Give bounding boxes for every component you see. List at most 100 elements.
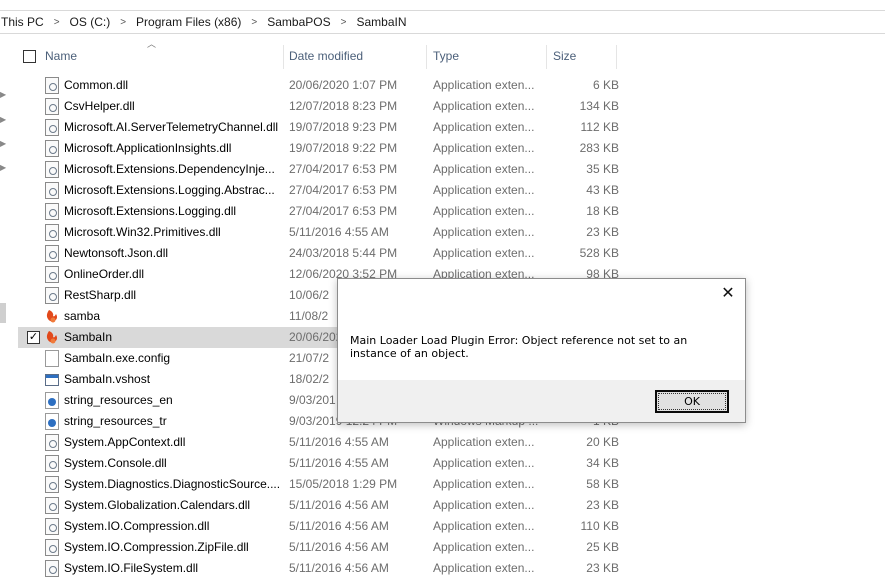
file-date-modified: 5/11/2016 4:55 AM xyxy=(289,456,389,470)
file-size: 110 KB xyxy=(580,519,619,533)
xml-icon xyxy=(45,392,59,409)
nav-scrollbar-thumb[interactable] xyxy=(0,303,6,323)
expand-arrow-icon[interactable]: ▶ xyxy=(0,139,6,148)
file-date-modified: 27/04/2017 6:53 PM xyxy=(289,162,398,176)
file-date-modified: 5/11/2016 4:56 AM xyxy=(289,498,389,512)
file-size: 58 KB xyxy=(586,477,619,491)
file-row[interactable]: Microsoft.AI.ServerTelemetryChannel.dll 1… xyxy=(16,117,885,138)
file-row[interactable]: System.Diagnostics.DiagnosticSource.... 1… xyxy=(16,474,885,495)
file-date-modified: 5/11/2016 4:56 AM xyxy=(289,561,389,575)
file-name: samba xyxy=(64,309,101,323)
expand-arrow-icon[interactable]: ▶ xyxy=(0,115,6,124)
file-date-modified: 20/06/2020 1:07 PM xyxy=(289,78,398,92)
breadcrumb-item[interactable]: This PC xyxy=(0,15,45,29)
file-name: SambaIn xyxy=(64,330,113,344)
file-name: System.IO.Compression.dll xyxy=(64,519,210,533)
breadcrumb-separator-icon[interactable]: > xyxy=(341,17,347,28)
file-row[interactable]: System.IO.Compression.dll 5/11/2016 4:56 … xyxy=(16,516,885,537)
column-date-label: Date modified xyxy=(289,49,364,63)
file-name: System.IO.FileSystem.dll xyxy=(64,561,199,575)
file-date-modified: 15/05/2018 1:29 PM xyxy=(289,477,398,491)
file-size: 43 KB xyxy=(586,183,619,197)
file-date-modified: 5/11/2016 4:55 AM xyxy=(289,225,389,239)
file-name: Microsoft.Extensions.Logging.Abstrac... xyxy=(64,183,275,197)
dll-icon xyxy=(45,560,59,577)
file-type: Application exten... xyxy=(433,120,535,134)
file-row[interactable]: System.IO.FileSystem.dll 5/11/2016 4:56 A… xyxy=(16,558,885,578)
breadcrumb-label: This PC xyxy=(1,15,44,29)
column-divider[interactable] xyxy=(616,45,617,69)
file-type: Application exten... xyxy=(433,162,535,176)
breadcrumb-item[interactable]: > SambaPOS xyxy=(242,15,331,29)
dll-icon xyxy=(45,182,59,199)
file-row[interactable]: Microsoft.Extensions.DependencyInje... 27… xyxy=(16,159,885,180)
file-row[interactable]: Microsoft.Extensions.Logging.Abstrac... 2… xyxy=(16,180,885,201)
column-divider[interactable] xyxy=(426,45,427,69)
column-date-modified[interactable]: Date modified xyxy=(289,43,429,69)
file-date-modified: 19/07/2018 9:23 PM xyxy=(289,120,398,134)
file-date-modified: 5/11/2016 4:56 AM xyxy=(289,519,389,533)
file-size: 23 KB xyxy=(586,225,619,239)
column-divider[interactable] xyxy=(546,45,547,69)
column-name-label: Name xyxy=(45,49,78,63)
row-checkbox[interactable]: ✓ xyxy=(27,331,40,344)
expand-arrow-icon[interactable]: ▶ xyxy=(0,90,6,99)
file-size: 25 KB xyxy=(586,540,619,554)
ok-button[interactable]: OK xyxy=(655,390,729,413)
close-icon[interactable]: ✕ xyxy=(719,285,737,303)
xml-icon xyxy=(45,413,59,430)
app-icon xyxy=(45,374,59,386)
column-size-label: Size xyxy=(553,49,577,63)
column-header: ︿ Name Date modified Type Size xyxy=(16,39,885,69)
select-all-checkbox[interactable] xyxy=(23,50,36,63)
dll-icon xyxy=(45,98,59,115)
file-name: System.Console.dll xyxy=(64,456,167,470)
file-row[interactable]: Microsoft.Win32.Primitives.dll 5/11/2016 … xyxy=(16,222,885,243)
file-name: Common.dll xyxy=(64,78,129,92)
dll-icon xyxy=(45,434,59,451)
file-row[interactable]: Microsoft.ApplicationInsights.dll 19/07/2… xyxy=(16,138,885,159)
column-divider[interactable] xyxy=(283,45,284,69)
breadcrumb-label: Program Files (x86) xyxy=(136,15,242,29)
file-row[interactable]: System.AppContext.dll 5/11/2016 4:55 AM Ap… xyxy=(16,432,885,453)
file-size: 35 KB xyxy=(586,162,619,176)
breadcrumb-item[interactable]: > SambaIN xyxy=(332,15,408,29)
ok-button-label: OK xyxy=(684,395,700,408)
file-row[interactable]: Common.dll 20/06/2020 1:07 PM Application … xyxy=(16,75,885,96)
breadcrumb-label: SambaIN xyxy=(356,15,407,29)
file-name: Microsoft.ApplicationInsights.dll xyxy=(64,141,232,155)
breadcrumb-item[interactable]: > OS (C:) xyxy=(45,15,112,29)
column-size[interactable]: Size xyxy=(553,43,613,69)
file-type: Application exten... xyxy=(433,561,535,575)
file-size: 283 KB xyxy=(579,141,619,155)
file-row[interactable]: System.IO.Compression.ZipFile.dll 5/11/20… xyxy=(16,537,885,558)
column-type[interactable]: Type xyxy=(433,43,543,69)
file-name: System.Globalization.Calendars.dll xyxy=(64,498,251,512)
file-name: SambaIn.exe.config xyxy=(64,351,171,365)
file-row[interactable]: CsvHelper.dll 12/07/2018 8:23 PM Applicati… xyxy=(16,96,885,117)
file-name: Microsoft.AI.ServerTelemetryChannel.dll xyxy=(64,120,279,134)
address-bar[interactable]: This PC > OS (C:) > Program Files (x86) > Samb… xyxy=(0,10,885,34)
file-size: 18 KB xyxy=(586,204,619,218)
file-date-modified: 19/07/2018 9:22 PM xyxy=(289,141,398,155)
file-name: System.Diagnostics.DiagnosticSource.... xyxy=(64,477,281,491)
breadcrumb-item[interactable]: > Program Files (x86) xyxy=(111,15,242,29)
file-size: 23 KB xyxy=(586,498,619,512)
file-row[interactable]: Microsoft.Extensions.Logging.dll 27/04/20… xyxy=(16,201,885,222)
breadcrumb-separator-icon[interactable]: > xyxy=(54,17,60,28)
file-row[interactable]: System.Console.dll 5/11/2016 4:55 AM Appli… xyxy=(16,453,885,474)
dll-icon xyxy=(45,287,59,304)
expand-arrow-icon[interactable]: ▶ xyxy=(0,163,6,172)
dll-icon xyxy=(45,455,59,472)
column-name[interactable]: Name xyxy=(45,43,275,69)
file-type: Application exten... xyxy=(433,78,535,92)
file-size: 34 KB xyxy=(586,456,619,470)
file-name: Newtonsoft.Json.dll xyxy=(64,246,169,260)
breadcrumb-label: OS (C:) xyxy=(69,15,111,29)
file-row[interactable]: Newtonsoft.Json.dll 24/03/2018 5:44 PM App… xyxy=(16,243,885,264)
file-row[interactable]: System.Globalization.Calendars.dll 5/11/2… xyxy=(16,495,885,516)
samba-icon xyxy=(45,329,59,346)
breadcrumb-separator-icon[interactable]: > xyxy=(251,17,257,28)
file-type: Application exten... xyxy=(433,456,535,470)
breadcrumb-separator-icon[interactable]: > xyxy=(120,17,126,28)
